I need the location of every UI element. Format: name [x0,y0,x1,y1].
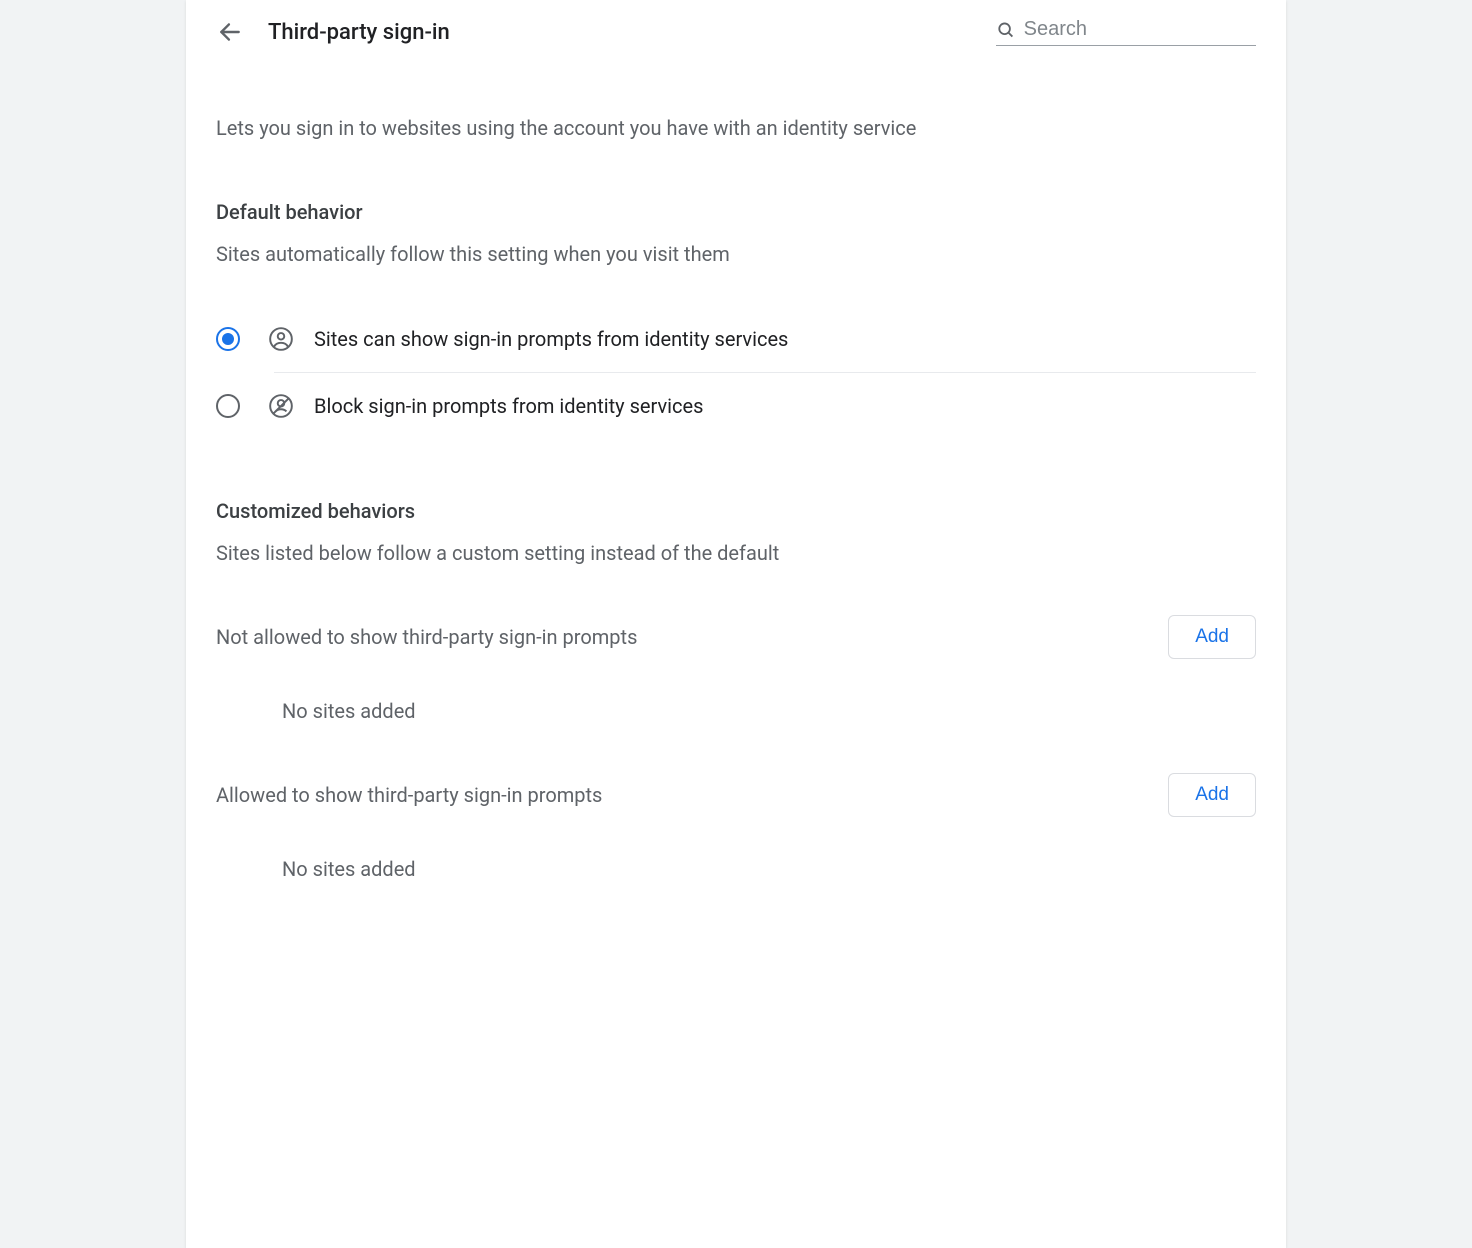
back-button[interactable] [216,18,244,46]
allowed-header: Allowed to show third-party sign-in prom… [216,773,1256,817]
search-input[interactable] [1024,18,1256,41]
not-allowed-header: Not allowed to show third-party sign-in … [216,615,1256,659]
page-description: Lets you sign in to websites using the a… [216,116,1256,140]
empty-state: No sites added [216,699,1256,723]
default-behavior-section: Default behavior Sites automatically fol… [216,200,1256,439]
add-not-allowed-button[interactable]: Add [1168,615,1256,659]
list-title: Allowed to show third-party sign-in prom… [216,783,602,807]
radio-content: Sites can show sign-in prompts from iden… [268,326,1256,352]
section-title: Default behavior [216,200,1256,224]
radio-option-block[interactable]: Block sign-in prompts from identity serv… [216,373,1256,439]
arrow-left-icon [217,19,243,45]
radio-content: Block sign-in prompts from identity serv… [268,393,1256,419]
section-subtitle: Sites listed below follow a custom setti… [216,541,1256,565]
radio-option-allow[interactable]: Sites can show sign-in prompts from iden… [216,306,1256,372]
list-title: Not allowed to show third-party sign-in … [216,625,637,649]
section-title: Customized behaviors [216,499,1256,523]
search-field[interactable] [996,18,1256,46]
person-circle-icon [268,326,294,352]
page-title: Third-party sign-in [268,20,972,45]
radio-button[interactable] [216,327,240,351]
customized-behaviors-section: Customized behaviors Sites listed below … [216,499,1256,881]
empty-state: No sites added [216,857,1256,881]
search-icon [996,19,1016,41]
block-icon [268,393,294,419]
section-subtitle: Sites automatically follow this setting … [216,242,1256,266]
settings-panel: Third-party sign-in Lets you sign in to … [186,0,1286,1248]
radio-label: Block sign-in prompts from identity serv… [314,394,703,418]
header: Third-party sign-in [216,18,1256,46]
radio-label: Sites can show sign-in prompts from iden… [314,327,788,351]
radio-button[interactable] [216,394,240,418]
add-allowed-button[interactable]: Add [1168,773,1256,817]
